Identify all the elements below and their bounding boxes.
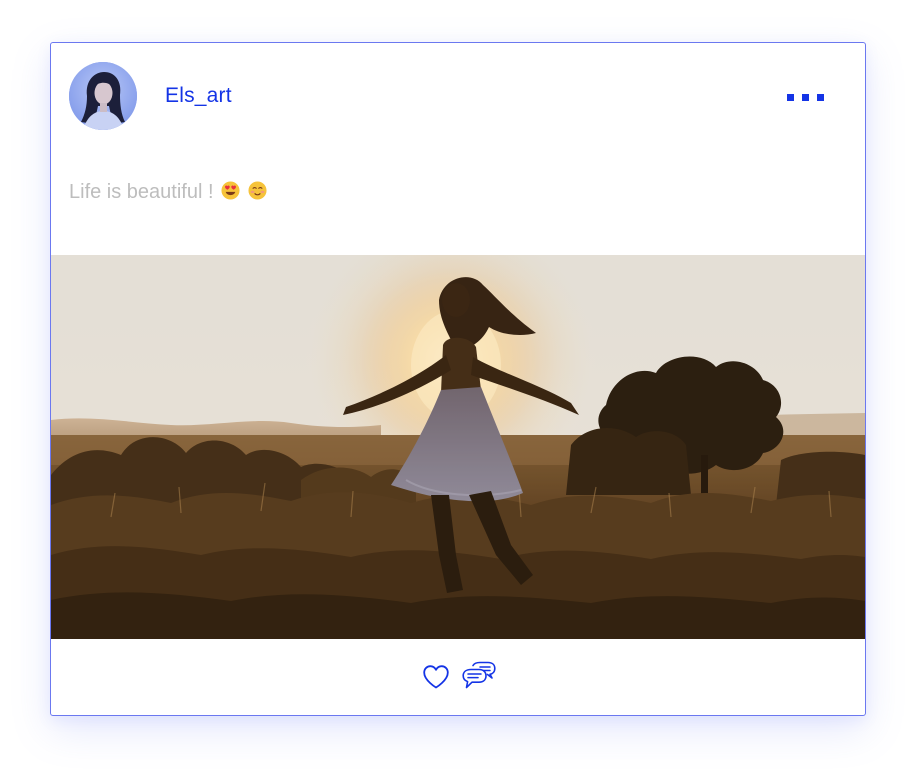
- post-header: Els_art: [51, 43, 865, 151]
- like-button[interactable]: [422, 664, 450, 690]
- author-username[interactable]: Els_art: [165, 83, 232, 109]
- caption-text: Life is beautiful !: [69, 181, 214, 203]
- user-avatar-icon: [69, 62, 137, 130]
- post-photo-image: [51, 255, 865, 639]
- heart-eyes-emoji: [221, 181, 240, 207]
- more-options-icon-dot: [802, 94, 809, 101]
- post-actions: [51, 639, 865, 715]
- post-card: Els_art Life is beautiful !: [50, 42, 866, 716]
- post-photo[interactable]: [51, 255, 865, 639]
- comment-bubbles-icon: [462, 661, 496, 689]
- post-caption: Life is beautiful !: [69, 179, 267, 207]
- avatar[interactable]: [69, 62, 137, 130]
- page-background: Els_art Life is beautiful !: [0, 0, 917, 774]
- more-options-button[interactable]: [779, 85, 831, 109]
- blushing-smile-emoji: [248, 181, 267, 207]
- more-options-icon-dot: [817, 94, 824, 101]
- heart-icon: [423, 665, 449, 689]
- more-options-icon: [787, 94, 794, 101]
- comment-button[interactable]: [461, 661, 497, 693]
